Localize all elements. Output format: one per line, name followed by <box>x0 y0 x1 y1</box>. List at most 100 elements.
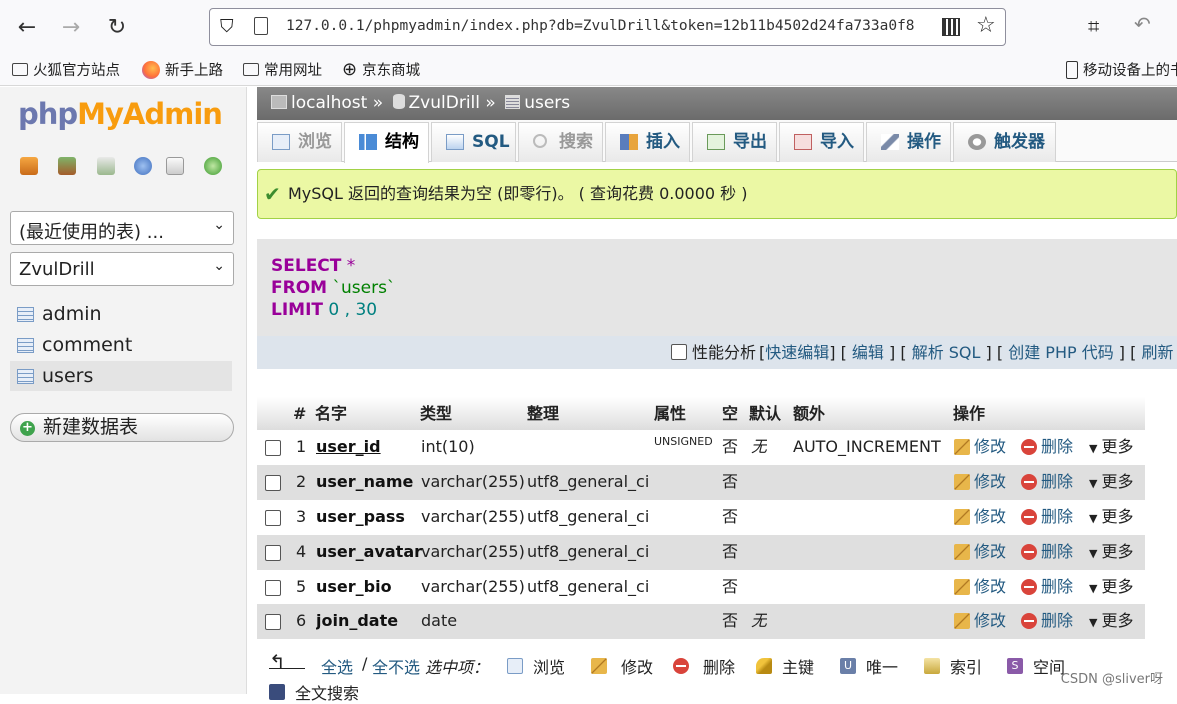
refresh-link[interactable]: 刷新 <box>1141 343 1173 362</box>
row-number: 6 <box>296 611 307 630</box>
create-php-code-link[interactable]: 创建 PHP 代码 <box>1008 343 1114 362</box>
tab-export[interactable]: 导出 <box>692 122 777 162</box>
database-select[interactable]: ZvulDrill ⌄ <box>10 252 234 286</box>
header-collation[interactable]: 整理 <box>527 397 559 430</box>
sidebar-table-users[interactable]: users <box>10 361 232 391</box>
sidebar-table-comment[interactable]: comment <box>10 330 232 360</box>
undo-icon[interactable]: ↶ <box>1134 12 1151 36</box>
edit-action[interactable]: 修改 <box>954 535 1006 570</box>
row-checkbox[interactable] <box>265 580 281 596</box>
delete-action[interactable]: 删除 <box>1021 535 1073 570</box>
qr-code-icon[interactable] <box>942 18 960 36</box>
url-bar[interactable]: ⛉ 127.0.0.1/phpmyadmin/index.php?db=Zvul… <box>209 8 1006 46</box>
delete-action[interactable]: 删除 <box>1021 465 1073 500</box>
star-icon[interactable]: ☆ <box>976 13 996 38</box>
bulk-fulltext-button[interactable]: 全文搜索 <box>269 680 359 704</box>
more-action[interactable]: ▼ 更多 <box>1089 465 1133 500</box>
bookmark-firefox-official[interactable]: 火狐官方站点 <box>12 59 120 80</box>
crop-icon[interactable]: ⌗ <box>1088 14 1099 38</box>
more-action[interactable]: ▼ 更多 <box>1089 500 1133 535</box>
tab-sql[interactable]: SQL <box>431 122 516 162</box>
more-action[interactable]: ▼ 更多 <box>1089 570 1133 605</box>
profiling-checkbox[interactable] <box>671 344 687 360</box>
index-icon <box>924 658 940 674</box>
tab-operations[interactable]: 操作 <box>866 122 951 162</box>
query-window-icon[interactable] <box>97 157 115 175</box>
breadcrumb: localhost » ZvulDrill » users <box>257 87 1177 120</box>
back-icon[interactable]: ← <box>12 12 42 42</box>
reload-nav-icon[interactable] <box>204 157 222 175</box>
row-checkbox[interactable] <box>265 545 281 561</box>
edit-action[interactable]: 修改 <box>954 430 1006 465</box>
delete-action[interactable]: 删除 <box>1021 500 1073 535</box>
caret-down-icon: ▼ <box>1089 616 1098 629</box>
spatial-icon: S <box>1007 658 1023 674</box>
edit-link[interactable]: 编辑 <box>852 343 884 362</box>
navigation-panel: phpMyAdmin (最近使用的表) ... ⌄ ZvulDrill ⌄ admi… <box>0 87 247 694</box>
header-extra[interactable]: 额外 <box>793 397 825 430</box>
row-checkbox[interactable] <box>265 614 281 630</box>
more-action[interactable]: ▼ 更多 <box>1089 604 1133 639</box>
column-attributes: UNSIGNED <box>654 435 713 448</box>
unselect-all-link[interactable]: 全不选 <box>372 654 420 678</box>
header-default[interactable]: 默认 <box>749 397 781 430</box>
explain-sql-link[interactable]: 解析 SQL <box>912 343 981 362</box>
row-checkbox[interactable] <box>265 510 281 526</box>
edit-action[interactable]: 修改 <box>954 500 1006 535</box>
column-type: varchar(255) <box>421 577 525 596</box>
edit-action[interactable]: 修改 <box>954 465 1006 500</box>
home-icon[interactable] <box>20 157 38 175</box>
recent-tables-select[interactable]: (最近使用的表) ... ⌄ <box>10 211 234 245</box>
breadcrumb-table[interactable]: users <box>524 93 570 113</box>
tab-search[interactable]: 搜索 <box>518 122 603 162</box>
inline-edit-link[interactable]: 快速编辑 <box>765 343 829 362</box>
delete-icon <box>1021 474 1037 490</box>
breadcrumb-database[interactable]: ZvulDrill <box>409 93 480 113</box>
docs-icon[interactable] <box>134 157 152 175</box>
select-all-link[interactable]: 全选 <box>321 654 353 678</box>
bulk-unique-button[interactable]: U 唯一 <box>840 654 898 678</box>
bulk-spatial-button[interactable]: S 空间 <box>1007 654 1065 678</box>
sidebar-table-admin[interactable]: admin <box>10 299 232 329</box>
phpmyadmin-logo[interactable]: phpMyAdmin <box>18 97 223 131</box>
tab-import[interactable]: 导入 <box>779 122 864 162</box>
delete-action[interactable]: 删除 <box>1021 570 1073 605</box>
reload-icon[interactable]: ↻ <box>102 12 132 42</box>
delete-action[interactable]: 删除 <box>1021 604 1073 639</box>
header-type[interactable]: 类型 <box>420 397 452 430</box>
row-checkbox[interactable] <box>265 475 281 491</box>
tab-structure[interactable]: 结构 <box>344 122 429 163</box>
logout-icon[interactable] <box>58 157 76 175</box>
breadcrumb-server[interactable]: localhost <box>291 93 367 113</box>
edit-action[interactable]: 修改 <box>954 604 1006 639</box>
row-checkbox[interactable] <box>265 440 281 456</box>
bulk-edit-button[interactable]: 修改 <box>591 654 653 678</box>
more-action[interactable]: ▼ 更多 <box>1089 535 1133 570</box>
bulk-browse-button[interactable]: 浏览 <box>507 654 565 678</box>
new-table-button[interactable]: + 新建数据表 <box>10 413 234 442</box>
bookmark-getting-started[interactable]: 新手上路 <box>142 59 223 80</box>
more-action[interactable]: ▼ 更多 <box>1089 430 1133 465</box>
documentation-icon[interactable] <box>166 157 184 175</box>
success-notice: ✔ MySQL 返回的查询结果为空 (即零行)。 ( 查询花费 0.0000 秒… <box>257 169 1177 219</box>
mobile-icon <box>1066 60 1078 79</box>
bookmark-mobile[interactable]: 移动设备上的书 <box>1066 59 1177 80</box>
tab-browse[interactable]: 浏览 <box>257 122 342 162</box>
bulk-delete-button[interactable]: 删除 <box>673 654 735 678</box>
bookmark-common-sites[interactable]: 常用网址 <box>243 59 322 80</box>
bookmark-jd[interactable]: ⊕ 京东商城 <box>342 59 420 80</box>
tab-insert[interactable]: 插入 <box>605 122 690 162</box>
pencil-icon <box>954 439 970 455</box>
header-null[interactable]: 空 <box>722 397 738 430</box>
delete-action[interactable]: 删除 <box>1021 430 1073 465</box>
tab-triggers[interactable]: 触发器 <box>953 122 1056 162</box>
firefox-icon <box>142 60 160 79</box>
edit-action[interactable]: 修改 <box>954 570 1006 605</box>
header-attributes[interactable]: 属性 <box>654 397 686 430</box>
pencil-icon <box>954 613 970 629</box>
caret-down-icon: ▼ <box>1089 442 1098 455</box>
bulk-index-button[interactable]: 索引 <box>924 654 982 678</box>
header-name[interactable]: 名字 <box>315 397 347 430</box>
bulk-primary-button[interactable]: 主键 <box>756 654 814 678</box>
forward-icon[interactable]: → <box>56 12 86 42</box>
